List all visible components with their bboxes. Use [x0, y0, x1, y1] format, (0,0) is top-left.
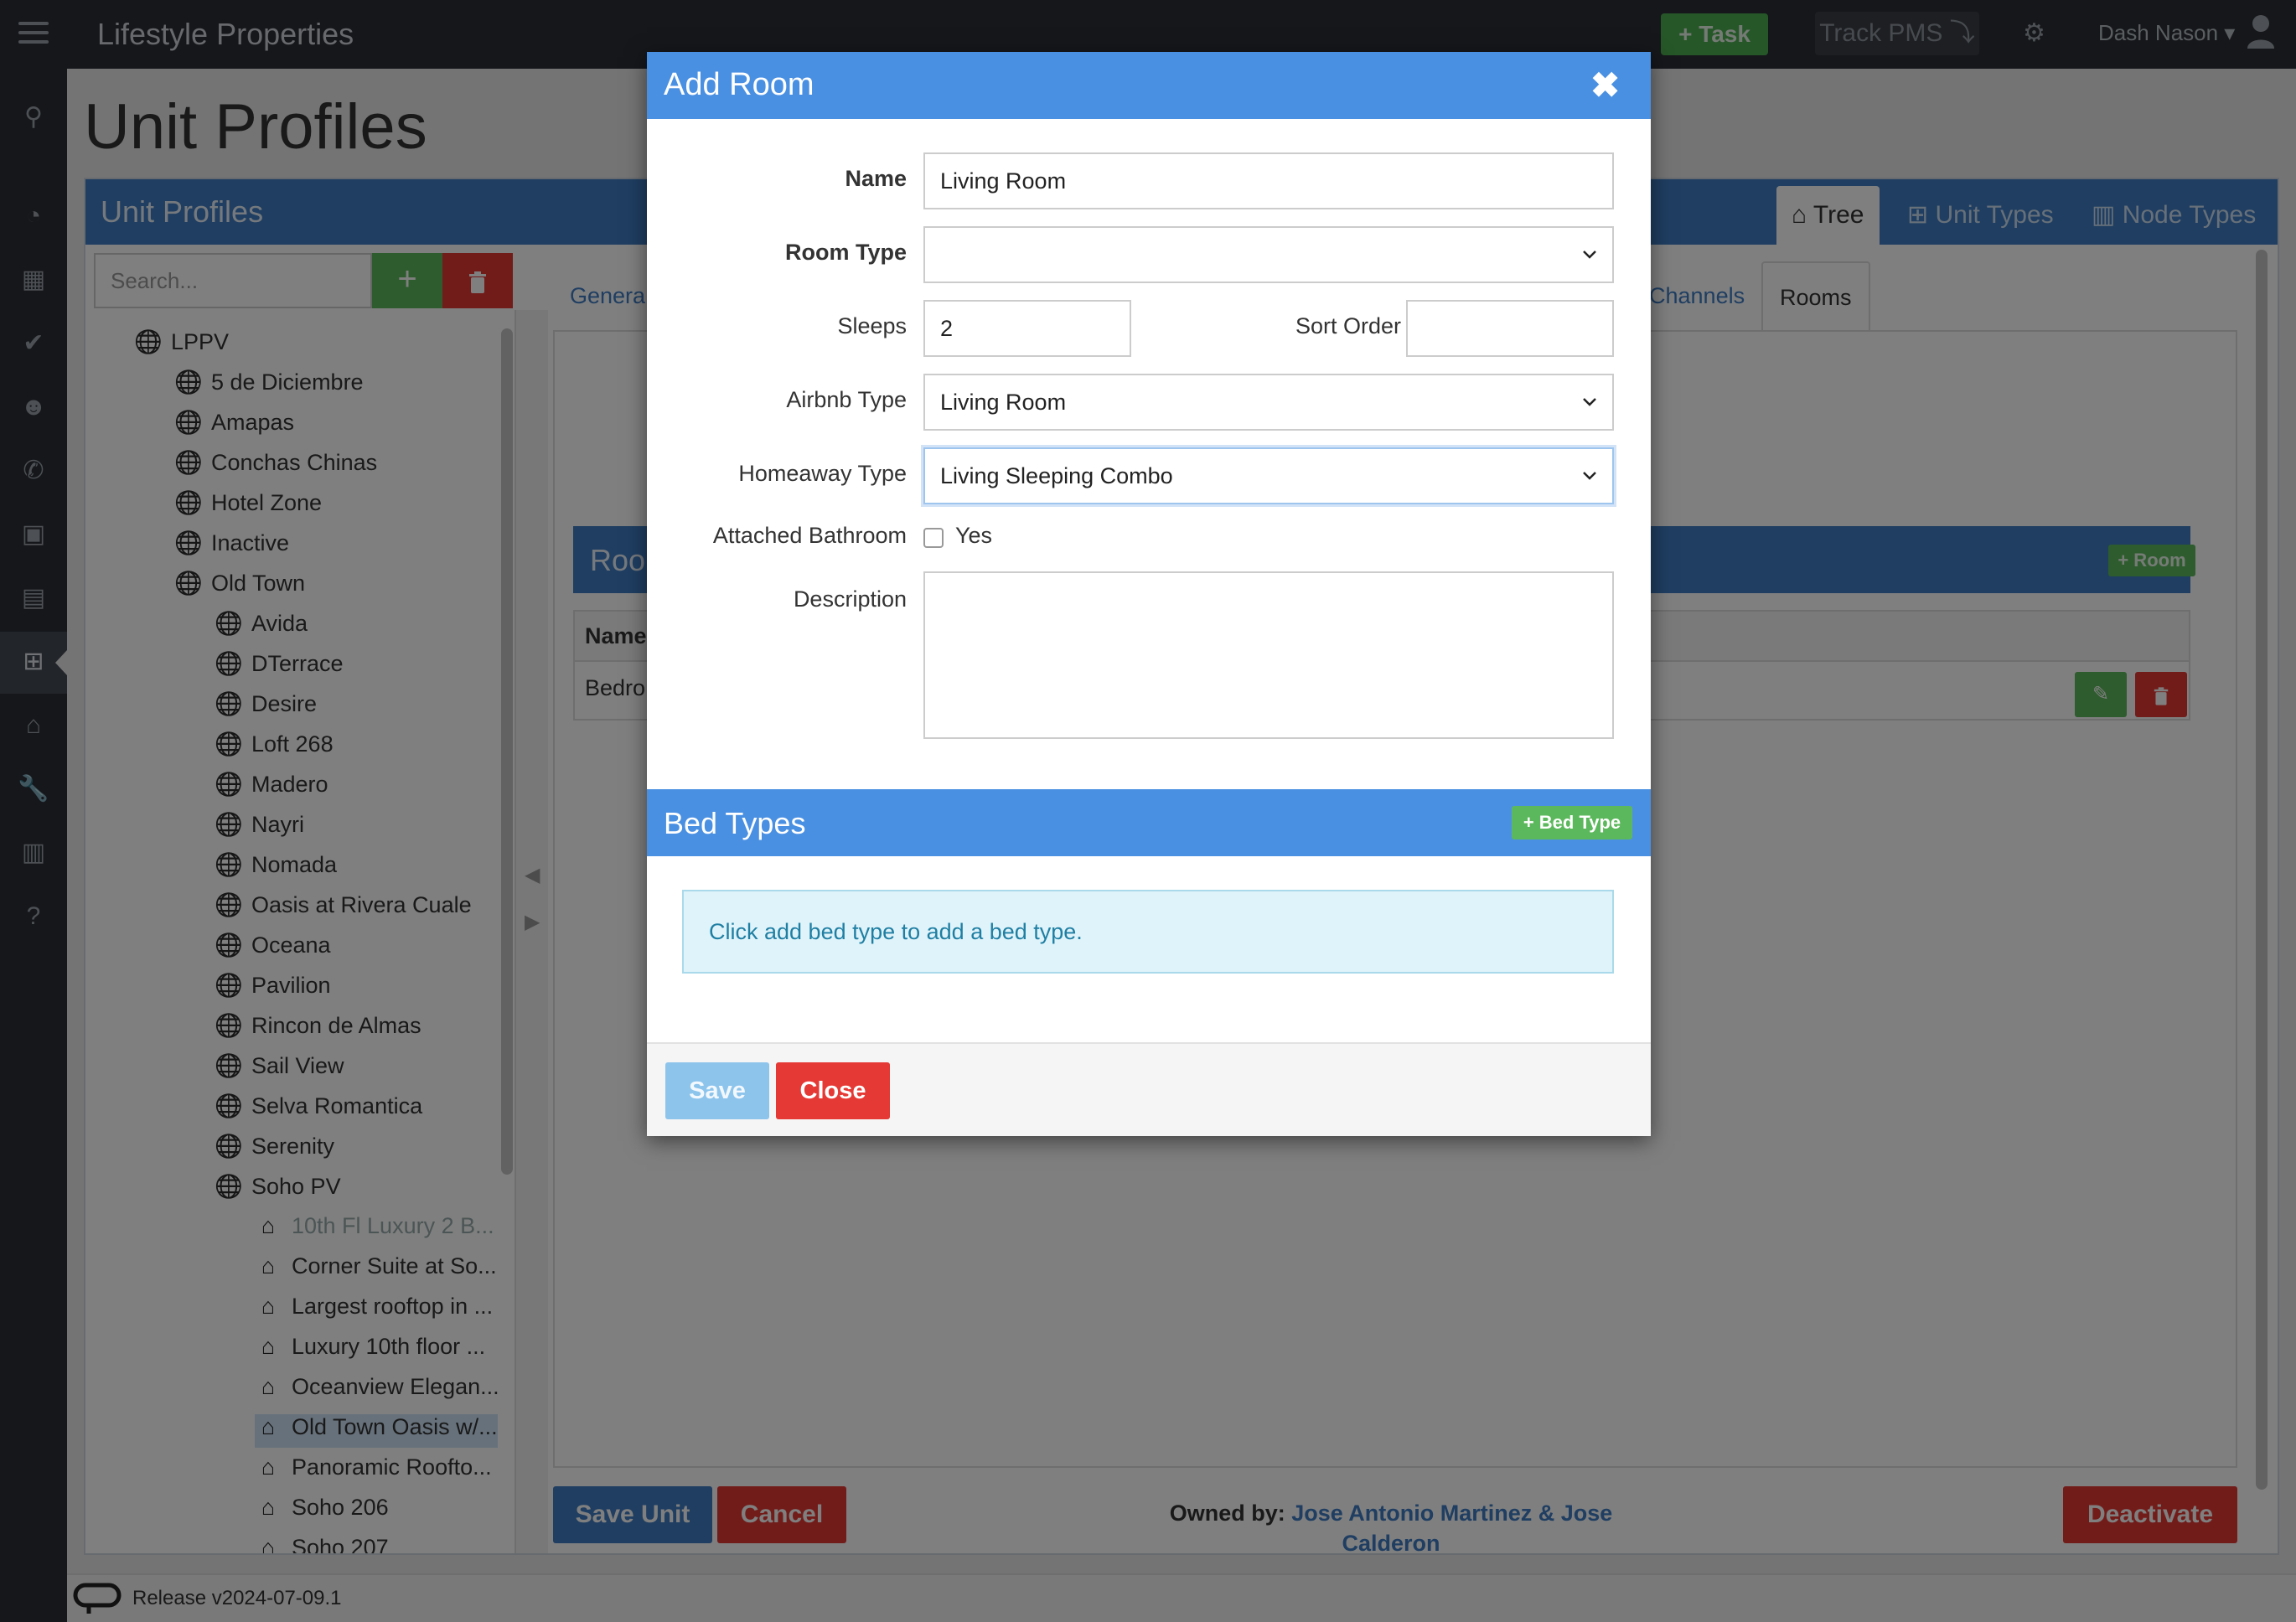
sleeps-label: Sleeps: [837, 313, 907, 338]
attached-bathroom-label: Attached Bathroom: [712, 523, 907, 548]
bed-types-header: Bed Types + Bed Type: [647, 789, 1651, 856]
airbnb-type-value: Living Room: [940, 390, 1067, 415]
sort-order-label: Sort Order: [1295, 313, 1401, 338]
sort-order-input[interactable]: [1406, 300, 1614, 357]
homeaway-type-value: Living Sleeping Combo: [940, 463, 1173, 488]
attached-bathroom-checkbox[interactable]: [923, 528, 944, 548]
chevron-down-icon: [1583, 398, 1596, 406]
name-label: Name: [845, 166, 907, 191]
add-room-modal: Add Room ✖ Name Living Room Room Type Sl…: [647, 52, 1651, 1136]
chevron-down-icon: [1583, 251, 1596, 259]
homeaway-type-label: Homeaway Type: [738, 461, 907, 486]
description-textarea[interactable]: [923, 571, 1614, 739]
name-input[interactable]: Living Room: [923, 152, 1614, 209]
modal-footer: Save Close: [647, 1042, 1651, 1136]
bed-types-empty-message: Click add bed type to add a bed type.: [682, 890, 1614, 974]
close-icon[interactable]: ✖: [1590, 67, 1620, 104]
room-type-select[interactable]: [923, 226, 1614, 283]
modal-header: Add Room ✖: [647, 52, 1651, 119]
homeaway-type-select[interactable]: Living Sleeping Combo: [923, 447, 1614, 504]
room-type-label: Room Type: [784, 240, 907, 265]
airbnb-type-select[interactable]: Living Room: [923, 374, 1614, 431]
airbnb-type-label: Airbnb Type: [786, 387, 907, 412]
attached-bathroom-option[interactable]: Yes: [955, 523, 992, 549]
save-button[interactable]: Save: [665, 1062, 769, 1119]
description-label: Description: [793, 586, 907, 612]
sleeps-input[interactable]: 2: [923, 300, 1131, 357]
bed-types-title: Bed Types: [664, 806, 806, 840]
add-bed-type-button[interactable]: + Bed Type: [1512, 806, 1632, 839]
chevron-down-icon: [1583, 472, 1596, 480]
close-button[interactable]: Close: [776, 1062, 890, 1119]
modal-title: Add Room: [664, 67, 814, 102]
